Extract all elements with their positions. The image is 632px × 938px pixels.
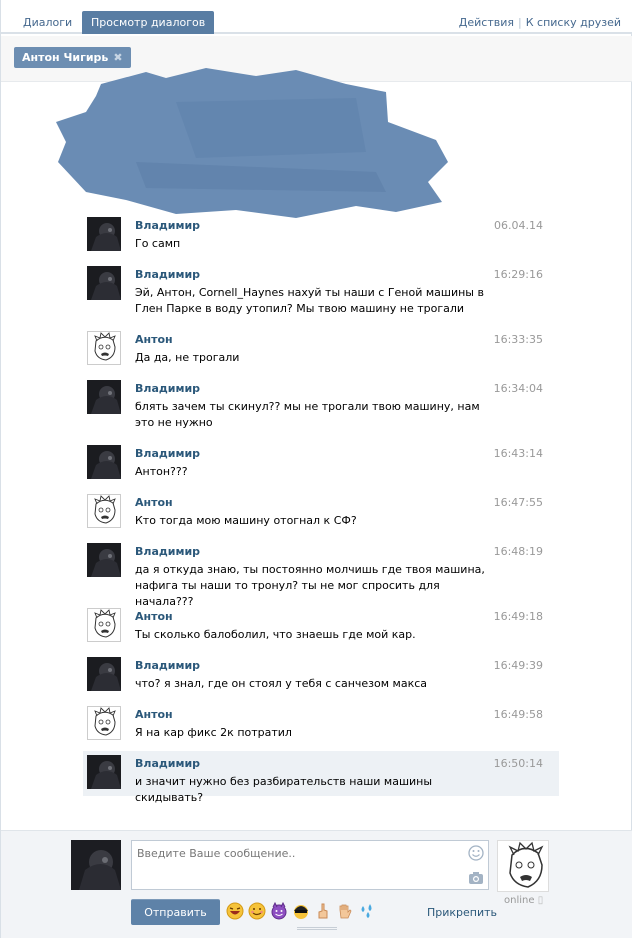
tab-view-dialogs[interactable]: Просмотр диалогов	[82, 11, 215, 34]
message-text: Да да, не трогали	[135, 351, 240, 364]
message-author[interactable]: Владимир	[135, 382, 200, 395]
message-author[interactable]: Владимир	[135, 757, 200, 770]
message-time[interactable]: 16:43:14	[494, 447, 543, 460]
sender-avatar[interactable]	[87, 543, 121, 577]
message-time[interactable]: 16:48:19	[494, 545, 543, 558]
message-text: Эй, Антон, Cornell_Haynes нахуй ты наши …	[135, 286, 484, 315]
message-time[interactable]: 06.04.14	[494, 219, 543, 232]
message-time[interactable]: 16:49:58	[494, 708, 543, 721]
message-time[interactable]: 16:33:35	[494, 333, 543, 346]
message-input[interactable]: Введите Ваше сообщение..	[131, 840, 489, 890]
message-item[interactable]: Антон 16:33:35 Да да, не трогали	[83, 327, 559, 372]
message-text: Ты сколько балоболил, что знаешь где мой…	[135, 628, 416, 641]
message-author[interactable]: Антон	[135, 610, 173, 623]
message-item[interactable]: Антон 16:49:18 Ты сколько балоболил, что з…	[83, 604, 559, 649]
message-text: и значит нужно без разбирательств наши м…	[135, 775, 433, 804]
my-avatar[interactable]	[71, 840, 121, 890]
message-author[interactable]: Владимир	[135, 219, 200, 232]
sender-avatar[interactable]	[87, 217, 121, 251]
message-author[interactable]: Владимир	[135, 545, 200, 558]
camera-icon[interactable]	[468, 871, 484, 885]
message-placeholder: Введите Ваше сообщение..	[137, 847, 296, 860]
sender-avatar[interactable]	[87, 380, 121, 414]
helmet-emoji-icon[interactable]	[292, 902, 310, 920]
message-text: да я откуда знаю, ты постоянно молчишь г…	[135, 563, 485, 608]
message-item[interactable]: Владимир 16:48:19 да я откуда знаю, ты пос…	[83, 539, 559, 608]
laughing-emoji-icon[interactable]	[226, 902, 244, 920]
dialog-window: Диалоги Просмотр диалогов Действия | К спи…	[0, 0, 632, 938]
message-time[interactable]: 16:29:16	[494, 268, 543, 281]
hand-emoji-icon[interactable]	[336, 902, 354, 920]
sender-avatar[interactable]	[87, 608, 121, 642]
message-text: что? я знал, где он стоял у тебя с санче…	[135, 677, 428, 690]
sender-avatar[interactable]	[87, 755, 121, 789]
smiling-emoji-icon[interactable]	[248, 902, 266, 920]
top-links: Действия | К списку друзей	[459, 16, 621, 29]
actions-link[interactable]: Действия	[459, 16, 514, 29]
peer-avatar[interactable]	[497, 840, 549, 892]
redacted-area	[56, 68, 448, 218]
sender-avatar[interactable]	[87, 331, 121, 365]
message-item[interactable]: Владимир 16:50:14 и значит нужно без разби…	[83, 751, 559, 804]
message-item[interactable]: Владимир 16:29:16 Эй, Антон, Cornell_Hayne…	[83, 262, 559, 324]
message-item[interactable]: Владимир 06.04.14 Го самп	[83, 213, 559, 258]
send-button[interactable]: Отправить	[131, 899, 220, 925]
message-author[interactable]: Антон	[135, 496, 173, 509]
sender-avatar[interactable]	[87, 706, 121, 740]
message-time[interactable]: 16:49:18	[494, 610, 543, 623]
tab-dialogs[interactable]: Диалоги	[14, 11, 81, 34]
message-author[interactable]: Антон	[135, 333, 173, 346]
compose-area: Введите Ваше сообщение.. Отправить Прикр…	[1, 830, 632, 938]
message-item[interactable]: Антон 16:47:55 Кто тогда мою машину отогна…	[83, 490, 559, 535]
finger-emoji-icon[interactable]	[314, 902, 332, 920]
friends-list-link[interactable]: К списку друзей	[526, 16, 621, 29]
message-item[interactable]: Владимир 16:49:39 что? я знал, где он стоя…	[83, 653, 559, 698]
resize-handle[interactable]	[297, 927, 337, 930]
link-separator: |	[518, 16, 522, 29]
sender-avatar[interactable]	[87, 657, 121, 691]
tab-bar: Диалоги Просмотр диалогов Действия | К спи…	[1, 0, 632, 34]
attach-button[interactable]: Прикрепить	[427, 906, 497, 919]
message-item[interactable]: Владимир 16:34:04 блять зачем ты скинул?? …	[83, 376, 559, 438]
message-text: Го самп	[135, 237, 181, 250]
message-author[interactable]: Владимир	[135, 447, 200, 460]
message-text: Антон???	[135, 465, 188, 478]
message-time[interactable]: 16:50:14	[494, 757, 543, 770]
message-time[interactable]: 16:49:39	[494, 659, 543, 672]
online-status: online ▯	[504, 895, 543, 906]
message-time[interactable]: 16:34:04	[494, 382, 543, 395]
message-text: Я на кар фикс 2к потратил	[135, 726, 292, 739]
sweat-drops-emoji-icon[interactable]	[358, 902, 376, 920]
mobile-icon: ▯	[537, 895, 544, 906]
devil-emoji-icon[interactable]	[270, 902, 288, 920]
message-item[interactable]: Антон 16:49:58 Я на кар фикс 2к потратил	[83, 702, 559, 747]
sender-avatar[interactable]	[87, 266, 121, 300]
sender-avatar[interactable]	[87, 445, 121, 479]
message-author[interactable]: Владимир	[135, 268, 200, 281]
sender-avatar[interactable]	[87, 494, 121, 528]
message-time[interactable]: 16:47:55	[494, 496, 543, 509]
message-text: блять зачем ты скинул?? мы не трогали тв…	[135, 400, 480, 429]
message-author[interactable]: Антон	[135, 708, 173, 721]
message-item[interactable]: Владимир 16:43:14 Антон???	[83, 441, 559, 486]
smile-icon[interactable]	[468, 845, 484, 861]
online-label: online	[504, 895, 535, 906]
message-text: Кто тогда мою машину отогнал к СФ?	[135, 514, 357, 527]
message-author[interactable]: Владимир	[135, 659, 200, 672]
